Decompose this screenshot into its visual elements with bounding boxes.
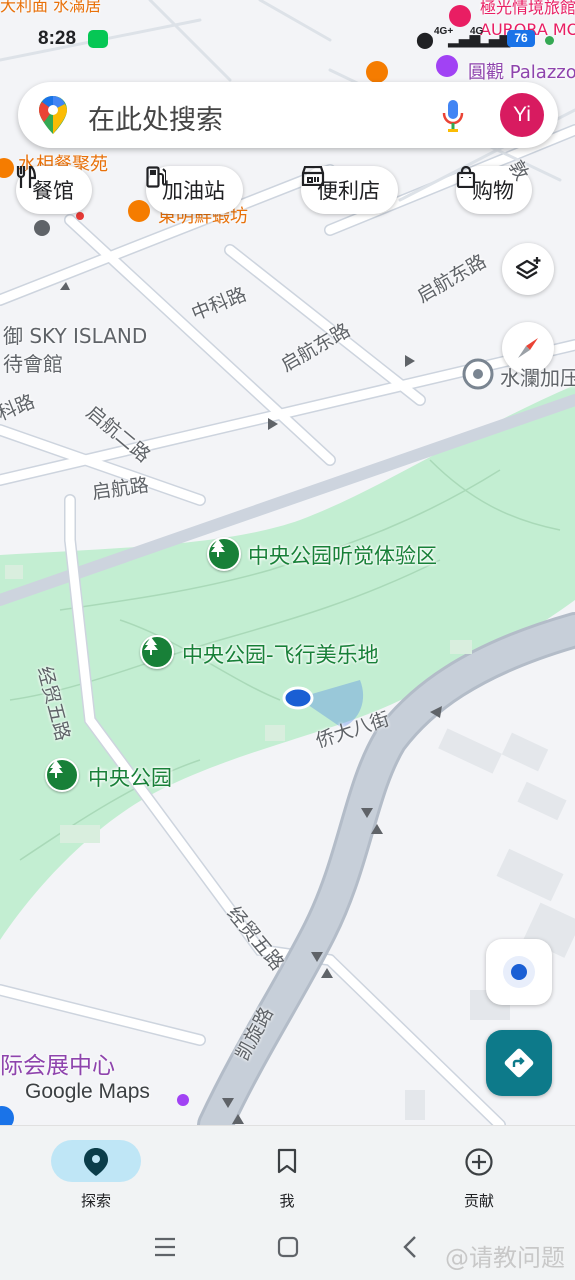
bookmark-icon (277, 1148, 297, 1174)
park-icon[interactable] (45, 758, 79, 792)
nav-label-contribute: 贡献 (463, 1192, 494, 1210)
map-canvas[interactable]: 大利面 水滿居 極光情境旅館 AURORA MO 圓觀 Palazzo 水相餐聚… (0, 0, 575, 1125)
convenience-store-icon (301, 166, 325, 186)
google-maps-attribution: Google Maps (25, 1080, 150, 1103)
compass-icon (518, 338, 538, 358)
chip-gas-stations[interactable]: 加油站 (146, 166, 243, 214)
chip-label: 餐馆 (32, 179, 74, 203)
nav-contribute[interactable]: 贡献 (419, 1134, 539, 1214)
layers-icon (515, 257, 541, 280)
add-circle-icon (465, 1148, 493, 1176)
gas-station-icon (146, 166, 166, 188)
home-icon[interactable] (277, 1236, 299, 1258)
nav-you[interactable]: 我 (227, 1134, 347, 1214)
search-bar[interactable]: 在此处搜索 Yi (18, 82, 558, 148)
shopping-bag-icon (456, 166, 476, 188)
poi-label-park-flying[interactable]: 中央公园-飞行美乐地 (182, 639, 379, 669)
my-location-icon (503, 956, 535, 988)
notification-dot (545, 36, 554, 45)
place-label-expo: 际会展中心 (0, 1053, 115, 1079)
chip-convenience-stores[interactable]: 便利店 (301, 166, 398, 214)
nav-explore[interactable]: 探索 (36, 1134, 156, 1214)
map-label-palazzo: 圓觀 Palazzo (468, 62, 575, 83)
chip-label: 购物 (472, 179, 514, 203)
chip-label: 加油站 (162, 179, 225, 203)
category-chips: 餐馆 加油站 便利店 购物 (16, 166, 575, 214)
recent-apps-icon[interactable] (154, 1237, 176, 1257)
place-label-sky-island: 御 SKY ISLAND (3, 324, 148, 348)
poi-label-park-hearing[interactable]: 中央公园听觉体验区 (248, 540, 437, 570)
directions-button[interactable] (486, 1030, 552, 1096)
chip-restaurants[interactable]: 餐馆 (16, 166, 92, 214)
account-avatar[interactable]: Yi (500, 93, 544, 137)
line-app-icon (88, 30, 108, 48)
poi-label-central-park[interactable]: 中央公园 (88, 762, 172, 792)
battery-indicator: 76 (507, 30, 535, 47)
map-label-hotel: 極光情境旅館 (480, 0, 575, 17)
status-bar: 8:28 ⬤ 4G+ ▂▄▆ 4G ▂▄▆ 76 (0, 22, 575, 58)
google-maps-logo-icon (39, 96, 67, 134)
nav-label-you: 我 (279, 1192, 295, 1210)
watermark: @请教问题 (445, 1244, 565, 1272)
nav-label-explore: 探索 (80, 1192, 111, 1210)
signal-icon-2: ▂▄▆ (478, 32, 511, 48)
restaurant-icon (16, 166, 36, 188)
back-icon[interactable] (402, 1235, 418, 1259)
search-input[interactable]: 在此处搜索 (88, 98, 223, 137)
layers-button[interactable] (502, 243, 554, 295)
status-time: 8:28 (38, 28, 77, 49)
park-icon[interactable] (207, 537, 241, 571)
directions-icon (504, 1048, 534, 1078)
current-location-dot (282, 686, 314, 710)
chip-label: 便利店 (317, 179, 380, 203)
place-label-banquet: 待會館 (3, 352, 63, 376)
my-location-button[interactable] (486, 939, 552, 1005)
place-label-shuilan: 水瀾加压 (500, 366, 575, 390)
microphone-icon[interactable] (442, 100, 464, 132)
location-status-icon: ⬤ (416, 30, 434, 49)
park-icon[interactable] (140, 635, 174, 669)
bottom-navigation: 探索 我 贡献 (0, 1125, 575, 1216)
map-label-top-left: 大利面 水滿居 (0, 0, 102, 15)
explore-pin-icon (84, 1148, 108, 1176)
